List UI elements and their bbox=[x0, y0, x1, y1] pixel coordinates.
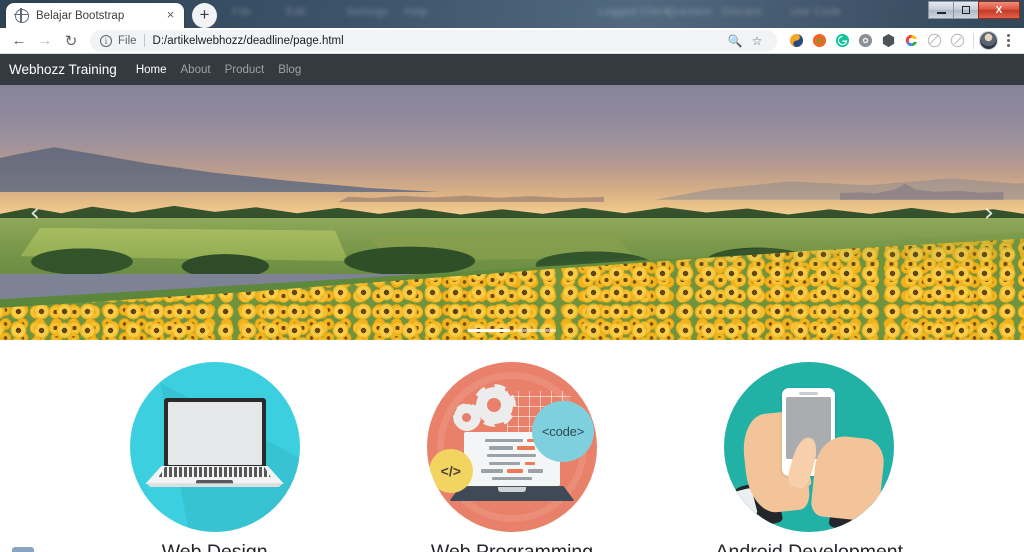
svg-text:50: 50 bbox=[815, 38, 823, 45]
features-section: Web Design Lorem ipsum dolor sit amet co… bbox=[0, 340, 1024, 552]
carousel-indicator-1[interactable] bbox=[468, 329, 510, 332]
divider bbox=[973, 32, 974, 49]
gear-extension-icon[interactable] bbox=[854, 30, 876, 52]
nav-link-home[interactable]: Home bbox=[136, 64, 167, 76]
background-window-text: Use Code bbox=[790, 6, 842, 18]
tag-bubble: </> bbox=[428, 448, 473, 493]
colorful-c-extension-icon[interactable] bbox=[900, 30, 922, 52]
extension-tray: 50 bbox=[783, 30, 968, 52]
back-button[interactable]: ← bbox=[6, 29, 32, 53]
background-window-text: File bbox=[232, 6, 251, 18]
nav-link-blog[interactable]: Blog bbox=[278, 64, 301, 76]
gear-icon bbox=[479, 390, 509, 420]
hero-carousel[interactable]: ‹ › bbox=[0, 85, 1024, 340]
carousel-indicator-2[interactable] bbox=[514, 329, 556, 332]
background-window-text: Edit bbox=[286, 6, 307, 18]
restore-button[interactable] bbox=[953, 1, 979, 19]
tab-title: Belajar Bootstrap bbox=[36, 9, 125, 22]
background-window-text: Question bbox=[666, 6, 713, 18]
background-window-text: Discard bbox=[722, 6, 762, 18]
background-window-text: Logged Client bbox=[598, 6, 670, 18]
nav-links: Home About Product Blog bbox=[136, 64, 301, 76]
avatar[interactable] bbox=[979, 31, 998, 50]
background-window-text: Help bbox=[404, 6, 428, 18]
search-icon[interactable]: 🔍 bbox=[725, 31, 745, 51]
feature-card-android-development: Android Development Lorem ipsum dolor si… bbox=[661, 362, 958, 552]
hand-phone-icon bbox=[724, 362, 895, 532]
minimize-button[interactable] bbox=[928, 1, 954, 19]
info-icon[interactable]: i bbox=[100, 34, 112, 47]
star-icon[interactable]: ☆ bbox=[747, 31, 767, 51]
browser-tab[interactable]: Belajar Bootstrap × bbox=[6, 3, 184, 28]
new-tab-button[interactable]: + bbox=[192, 3, 217, 28]
kebab-menu-icon[interactable] bbox=[998, 30, 1018, 52]
code-laptop-icon: <code> </> bbox=[426, 362, 597, 532]
circle-extension-icon-2[interactable] bbox=[946, 30, 968, 52]
gear-icon-small bbox=[457, 407, 477, 427]
carousel-prev-button[interactable]: ‹ bbox=[0, 85, 70, 340]
feature-card-web-programming: <code> </> Web Programming Lorem ipsum d… bbox=[363, 362, 660, 552]
code-bubble: <code> bbox=[532, 401, 594, 463]
carousel-next-button[interactable]: › bbox=[954, 85, 1024, 340]
feature-title: Web Programming bbox=[430, 541, 594, 552]
forward-button[interactable]: → bbox=[32, 29, 58, 53]
tab-strip: File Edit Settings Help Logged Client Qu… bbox=[0, 0, 1024, 28]
globe-icon bbox=[14, 7, 29, 23]
laptop-icon bbox=[129, 362, 300, 532]
tapping-hand bbox=[810, 433, 887, 522]
hexagon-extension-icon[interactable] bbox=[877, 30, 899, 52]
page-viewport: Webhozz Training Home About Product Blog bbox=[0, 54, 1024, 552]
carousel-indicators bbox=[468, 329, 556, 332]
url-scheme-label: File bbox=[118, 34, 137, 47]
yin-yang-extension-icon[interactable] bbox=[785, 30, 807, 52]
download-bar-sliver bbox=[12, 547, 34, 552]
feature-title: Android Development bbox=[715, 541, 904, 552]
close-icon[interactable]: × bbox=[163, 8, 178, 23]
divider bbox=[143, 34, 145, 47]
url-text: D:/artikelwebhozz/deadline/page.html bbox=[152, 34, 344, 47]
feature-card-web-design: Web Design Lorem ipsum dolor sit amet co… bbox=[66, 362, 363, 552]
tuscany-sunflowers-slide bbox=[0, 85, 1024, 340]
site-brand[interactable]: Webhozz Training bbox=[9, 62, 117, 77]
browser-toolbar: ← → ↻ i File D:/artikelwebhozz/deadline/… bbox=[0, 28, 1024, 54]
background-window-text: Settings bbox=[346, 6, 389, 18]
close-window-button[interactable]: X bbox=[978, 1, 1020, 19]
nav-link-product[interactable]: Product bbox=[225, 64, 265, 76]
badge-extension-icon[interactable]: 50 bbox=[808, 30, 830, 52]
reload-button[interactable]: ↻ bbox=[58, 29, 84, 53]
window-controls: X bbox=[928, 1, 1020, 19]
site-navbar: Webhozz Training Home About Product Blog bbox=[0, 54, 1024, 85]
circle-extension-icon[interactable] bbox=[923, 30, 945, 52]
browser-window: File Edit Settings Help Logged Client Qu… bbox=[0, 0, 1024, 552]
grammarly-extension-icon[interactable] bbox=[831, 30, 853, 52]
address-bar[interactable]: i File D:/artikelwebhozz/deadline/page.h… bbox=[90, 29, 777, 52]
feature-title: Web Design bbox=[161, 541, 268, 552]
nav-link-about[interactable]: About bbox=[181, 64, 211, 76]
